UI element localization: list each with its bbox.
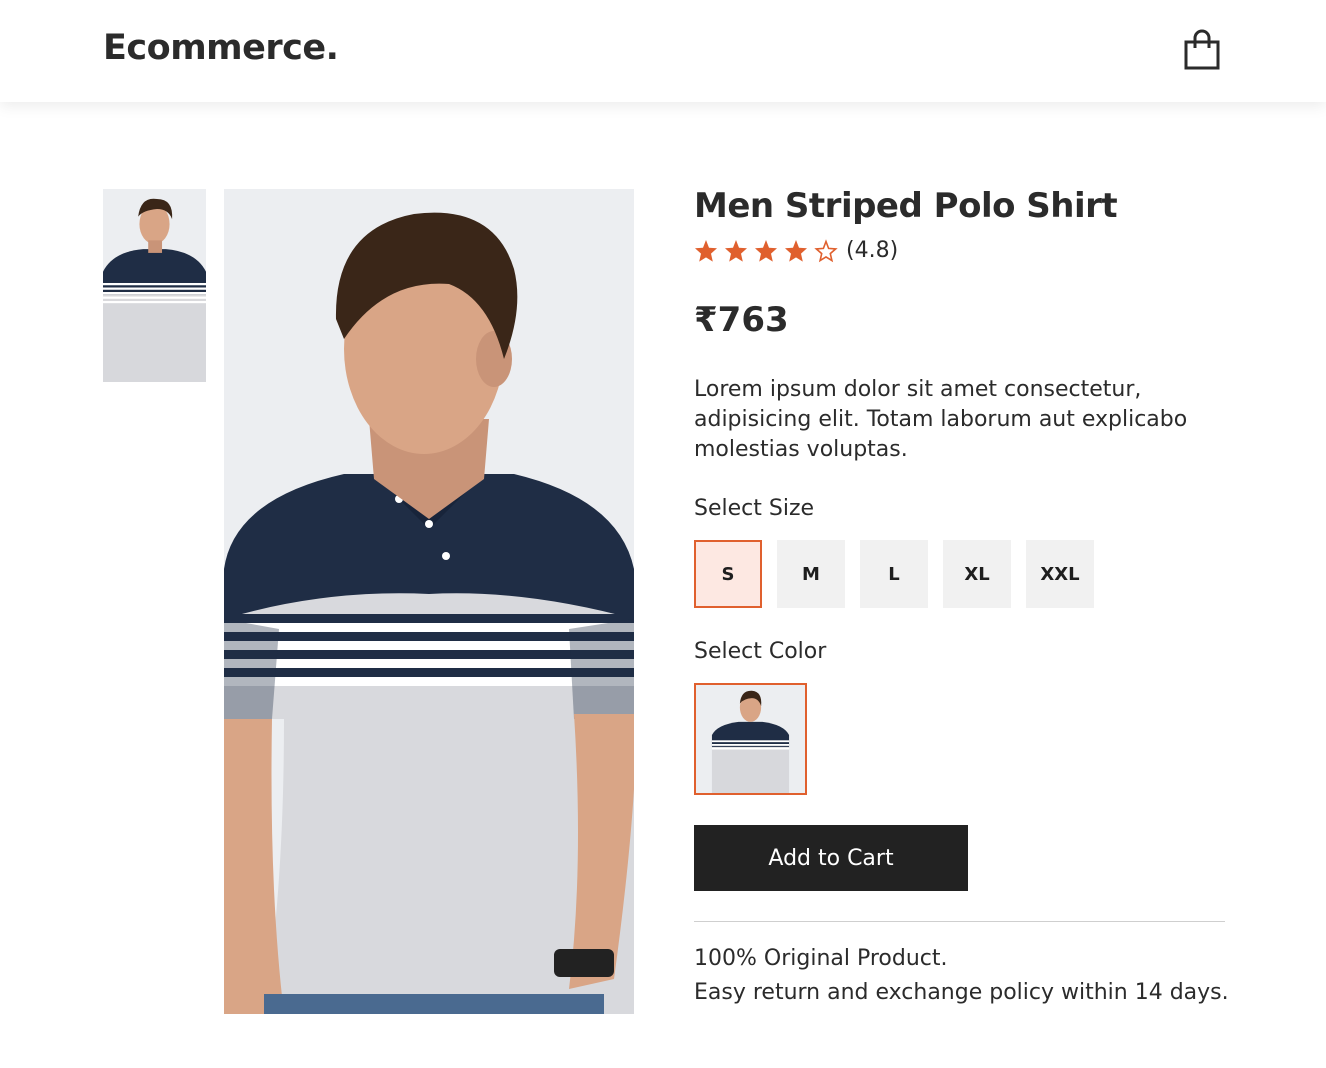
star-filled-icon	[724, 239, 748, 263]
size-option-xl[interactable]: XL	[943, 540, 1011, 608]
size-option-xxl[interactable]: XXL	[1026, 540, 1094, 608]
site-header: Ecommerce.	[0, 0, 1326, 102]
product-rating: (4.8)	[694, 238, 898, 263]
shopping-bag-icon	[1183, 28, 1221, 70]
rating-value: (4.8)	[846, 238, 899, 263]
add-to-cart-button[interactable]: Add to Cart	[694, 825, 968, 891]
star-outline-icon	[814, 238, 838, 263]
color-option[interactable]	[694, 683, 807, 795]
color-label: Select Color	[694, 639, 827, 664]
policy-original: 100% Original Product.	[694, 946, 948, 971]
policy-return: Easy return and exchange policy within 1…	[694, 980, 1229, 1005]
product-title: Men Striped Polo Shirt	[694, 186, 1118, 226]
star-filled-icon	[754, 239, 778, 263]
size-option-s[interactable]: S	[694, 540, 762, 608]
brand-logo[interactable]: Ecommerce.	[103, 28, 339, 68]
product-main-image	[224, 189, 634, 1014]
cart-button[interactable]	[1178, 26, 1226, 72]
size-selector: S M L XL XXL	[694, 540, 1094, 608]
product-thumbnail[interactable]	[103, 189, 206, 382]
product-policy: 100% Original Product. Easy return and e…	[694, 942, 1294, 1010]
rating-stars	[694, 238, 838, 263]
size-label: Select Size	[694, 496, 815, 521]
divider	[694, 921, 1225, 922]
star-filled-icon	[694, 239, 718, 263]
product-price: ₹763	[694, 300, 789, 340]
size-option-m[interactable]: M	[777, 540, 845, 608]
size-option-l[interactable]: L	[860, 540, 928, 608]
star-filled-icon	[784, 239, 808, 263]
product-description: Lorem ipsum dolor sit amet consectetur, …	[694, 377, 1188, 462]
